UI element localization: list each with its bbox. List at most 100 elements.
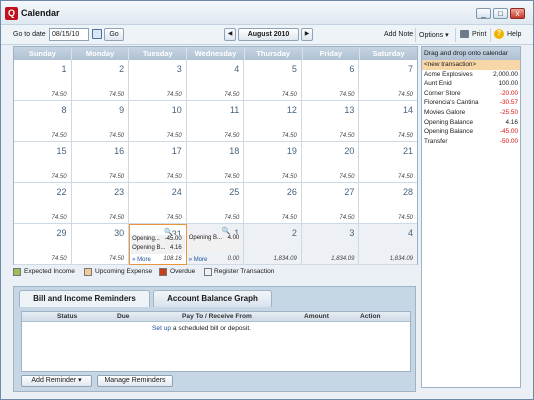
day-cell[interactable]: 19 74.50 (244, 142, 302, 183)
memorized-transaction-row[interactable]: Opening Balance 4.16 (422, 118, 520, 128)
day-number: 18 (229, 146, 240, 156)
go-button[interactable]: Go (104, 28, 124, 41)
goto-date-input[interactable]: 08/15/10 (49, 28, 89, 41)
day-cell[interactable]: 25 74.50 (186, 183, 245, 224)
help-button[interactable]: Help (507, 31, 521, 38)
help-icon[interactable]: ? (494, 29, 504, 39)
add-note-button[interactable]: Add Note (384, 31, 413, 38)
day-number: 19 (286, 146, 297, 156)
day-cell[interactable]: 26 74.50 (244, 183, 302, 224)
legend-label: Overdue (170, 268, 196, 275)
day-balance: 74.50 (397, 215, 413, 221)
day-cell[interactable]: 21 74.50 (359, 142, 417, 183)
day-cell[interactable]: 5 74.50 (244, 60, 302, 101)
day-cell[interactable]: 16 74.50 (71, 142, 130, 183)
transaction-amount: 4.00 (227, 235, 240, 241)
day-balance: 74.50 (51, 174, 67, 180)
transaction-name[interactable]: Opening... (132, 236, 160, 242)
day-cell[interactable]: 31 108.16 🔍 Opening... -45.00 Opening B... 4.1… (129, 224, 187, 265)
col-status[interactable]: Status (57, 313, 77, 320)
day-cell[interactable]: 4 1,834.09 (359, 224, 417, 265)
day-balance: 1,834.09 (331, 256, 355, 262)
print-button[interactable]: Print (472, 31, 486, 38)
payee-name: <new transaction> (424, 61, 477, 68)
col-pay-to[interactable]: Pay To / Receive From (182, 313, 252, 320)
day-cell[interactable]: 14 74.50 (359, 101, 417, 142)
weekday-sunday: Sunday (14, 47, 72, 60)
col-due[interactable]: Due (117, 313, 129, 320)
day-cell[interactable]: 3 74.50 (129, 60, 187, 101)
day-cell[interactable]: 1 0.00 🔍 Opening B... 4.00» More (186, 224, 245, 265)
payee-name: Transfer (424, 137, 448, 145)
minimize-button[interactable]: _ (476, 8, 491, 19)
payee-name: Corner Store (424, 89, 461, 97)
overdue-swatch (159, 268, 167, 276)
day-cell[interactable]: 9 74.50 (71, 101, 130, 142)
manage-reminders-button[interactable]: Manage Reminders (97, 375, 173, 387)
add-reminder-button[interactable]: Add Reminder ▾ (21, 375, 92, 387)
memorized-transaction-row[interactable]: Opening Balance -45.00 (422, 127, 520, 137)
day-cell[interactable]: 8 74.50 (14, 101, 72, 142)
setup-link[interactable]: Set up (152, 325, 171, 332)
col-action[interactable]: Action (360, 313, 381, 320)
day-number: 25 (229, 187, 240, 197)
memorized-transaction-row[interactable]: Transfer -50.00 (422, 137, 520, 147)
day-balance: 74.50 (224, 133, 240, 139)
memorized-transaction-row[interactable]: <new transaction> (422, 60, 520, 70)
day-cell[interactable]: 11 74.50 (186, 101, 245, 142)
close-button[interactable]: x (510, 8, 525, 19)
day-balance: 74.50 (281, 174, 297, 180)
memorized-transaction-row[interactable]: Movies Galore -25.50 (422, 108, 520, 118)
day-balance: 108.16 (163, 256, 182, 262)
day-cell[interactable]: 18 74.50 (186, 142, 245, 183)
day-cell[interactable]: 10 74.50 (129, 101, 187, 142)
day-balance: 74.50 (281, 133, 297, 139)
day-number: 3 (349, 228, 355, 238)
day-balance: 74.50 (224, 92, 240, 98)
tab-bill-income-reminders[interactable]: Bill and Income Reminders (19, 290, 150, 307)
day-number: 24 (171, 187, 182, 197)
day-balance: 74.50 (397, 174, 413, 180)
day-cell[interactable]: 13 74.50 (301, 101, 360, 142)
day-number: 26 (286, 187, 297, 197)
day-cell[interactable]: 4 74.50 (186, 60, 245, 101)
next-month-button[interactable]: ▶ (301, 28, 313, 41)
day-cell[interactable]: 30 74.50 (71, 224, 130, 265)
day-cell[interactable]: 12 74.50 (244, 101, 302, 142)
day-cell[interactable]: 3 1,834.09 (301, 224, 360, 265)
tab-account-balance-graph[interactable]: Account Balance Graph (153, 290, 272, 307)
day-cell[interactable]: 2 1,834.09 (244, 224, 302, 265)
prev-month-button[interactable]: ◀ (224, 28, 236, 41)
day-cell[interactable]: 15 74.50 (14, 142, 72, 183)
memorized-transaction-row[interactable]: Florencia's Cantina -30.57 (422, 98, 520, 108)
options-button[interactable]: Options ▾ (419, 31, 449, 39)
day-cell[interactable]: 7 74.50 (359, 60, 417, 101)
maximize-button[interactable]: □ (493, 8, 508, 19)
day-balance: 74.50 (51, 133, 67, 139)
printer-icon[interactable] (460, 30, 469, 38)
transaction-name[interactable]: Opening B... (132, 245, 165, 251)
day-cell[interactable]: 22 74.50 (14, 183, 72, 224)
more-link[interactable]: » More (132, 257, 151, 263)
memorized-transaction-row[interactable]: Acme Explosives 2,000.00 (422, 70, 520, 80)
day-cell[interactable]: 20 74.50 (301, 142, 360, 183)
col-amount[interactable]: Amount (304, 313, 329, 320)
calendar-picker-icon[interactable] (92, 29, 102, 39)
transaction-name[interactable]: Opening B... (189, 235, 222, 241)
day-cell[interactable]: 28 74.50 (359, 183, 417, 224)
day-cell[interactable]: 23 74.50 (71, 183, 130, 224)
day-cell[interactable]: 29 74.50 (14, 224, 72, 265)
day-cell[interactable]: 17 74.50 (129, 142, 187, 183)
day-balance: 74.50 (281, 92, 297, 98)
day-cell[interactable]: 24 74.50 (129, 183, 187, 224)
day-cell[interactable]: 27 74.50 (301, 183, 360, 224)
day-number: 20 (344, 146, 355, 156)
day-cell[interactable]: 6 74.50 (301, 60, 360, 101)
more-link[interactable]: » More (189, 257, 208, 263)
memorized-transaction-row[interactable]: Aunt Enid 100.00 (422, 79, 520, 89)
upcoming-expense-swatch (84, 268, 92, 276)
memorized-transaction-row[interactable]: Corner Store -20.00 (422, 89, 520, 99)
day-cell[interactable]: 2 74.50 (71, 60, 130, 101)
day-balance: 1,834.09 (389, 256, 413, 262)
day-cell[interactable]: 1 74.50 (14, 60, 72, 101)
